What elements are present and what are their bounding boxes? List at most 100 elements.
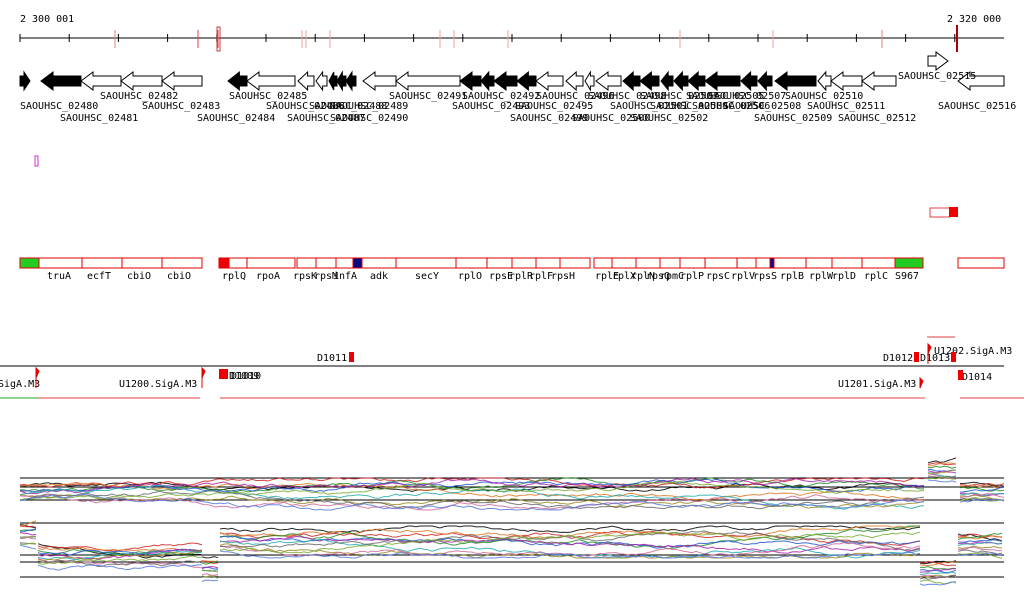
left-arrow-icon[interactable] — [565, 70, 584, 92]
terminator-label[interactable]: D1010 — [231, 371, 261, 382]
left-arrow-icon[interactable] — [297, 70, 315, 92]
terminator-label[interactable]: D1011 — [317, 353, 347, 364]
left-arrow-icon[interactable] — [584, 70, 595, 92]
left-arrow-icon[interactable] — [493, 71, 518, 91]
gene-label[interactable]: SAOUHSC_02511 — [807, 101, 885, 112]
operon-segment[interactable] — [455, 257, 488, 269]
operon-label[interactable]: infA — [333, 271, 357, 282]
operon-segment[interactable] — [769, 257, 775, 269]
operon-segment[interactable] — [335, 257, 354, 269]
promoter-label[interactable]: SigA.M3 — [0, 379, 40, 390]
left-arrow-icon[interactable] — [704, 71, 741, 91]
operon-segment[interactable] — [161, 257, 203, 269]
left-arrow-icon[interactable] — [480, 70, 495, 92]
operon-label[interactable]: rpoA — [256, 271, 280, 282]
operon-segment[interactable] — [894, 257, 924, 269]
left-arrow-icon[interactable] — [246, 71, 296, 91]
gene-label[interactable]: SAOUHSC_02508 — [723, 101, 801, 112]
operon-label[interactable]: rplF — [529, 271, 553, 282]
operon-label[interactable]: rplC — [864, 271, 888, 282]
gene-label[interactable]: SAOUHSC_02490 — [330, 113, 408, 124]
left-arrow-icon[interactable] — [673, 70, 689, 92]
left-arrow-icon[interactable] — [328, 71, 338, 91]
operon-segment[interactable] — [659, 257, 681, 269]
operon-segment[interactable] — [486, 257, 513, 269]
red-flag-icon[interactable] — [919, 376, 924, 389]
left-arrow-icon[interactable] — [757, 70, 773, 92]
red-square-icon[interactable] — [349, 352, 354, 362]
left-arrow-icon[interactable] — [120, 71, 163, 91]
left-arrow-icon[interactable] — [639, 70, 660, 92]
operon-segment[interactable] — [559, 257, 591, 269]
operon-segment[interactable] — [511, 257, 537, 269]
operon-segment[interactable] — [704, 257, 738, 269]
left-arrow-icon[interactable] — [660, 70, 674, 92]
operon-label[interactable]: adk — [370, 271, 388, 282]
operon-label[interactable]: rplP — [680, 271, 704, 282]
operon-segment[interactable] — [957, 257, 1005, 269]
operon-label[interactable]: rplW — [809, 271, 834, 282]
operon-label[interactable]: truA — [47, 271, 71, 282]
red-square-icon[interactable] — [219, 369, 228, 379]
left-arrow-icon[interactable] — [516, 70, 537, 92]
operon-label[interactable]: S967 — [895, 271, 919, 282]
operon-label[interactable]: rpsC — [706, 271, 730, 282]
operon-segment[interactable] — [736, 257, 757, 269]
operon-label[interactable]: rplV — [731, 271, 755, 282]
operon-label[interactable]: cbiO — [127, 271, 151, 282]
operon-segment[interactable] — [635, 257, 661, 269]
operon-segment[interactable] — [755, 257, 771, 269]
left-arrow-icon[interactable] — [817, 70, 832, 92]
operon-segment[interactable] — [861, 257, 896, 269]
operon-segment[interactable] — [246, 257, 296, 269]
left-arrow-icon[interactable] — [80, 71, 122, 91]
gene-label[interactable]: SAOUHSC_02516 — [938, 101, 1016, 112]
gene-label[interactable]: SAOUHSC_02512 — [838, 113, 916, 124]
operon-segment[interactable] — [81, 257, 123, 269]
operon-segment[interactable] — [38, 257, 83, 269]
operon-segment[interactable] — [611, 257, 637, 269]
operon-label[interactable]: rplO — [458, 271, 482, 282]
gene-label[interactable]: SAOUHSC_02483 — [142, 101, 220, 112]
red-flag-icon[interactable] — [201, 366, 206, 388]
gene-label[interactable]: SAOUHSC_02489 — [330, 101, 408, 112]
operon-segment[interactable] — [593, 257, 613, 269]
operon-segment[interactable] — [805, 257, 833, 269]
operon-label[interactable]: cbiO — [167, 271, 191, 282]
promoter-label[interactable]: U1200.SigA.M3 — [119, 379, 197, 390]
left-arrow-icon[interactable] — [535, 71, 564, 91]
operon-segment[interactable] — [19, 257, 40, 269]
left-arrow-icon[interactable] — [161, 71, 203, 91]
red-square-icon[interactable] — [914, 352, 919, 362]
right-arrow-icon[interactable] — [19, 70, 31, 92]
operon-segment[interactable] — [679, 257, 706, 269]
left-arrow-icon[interactable] — [687, 70, 706, 92]
operon-segment[interactable] — [296, 257, 317, 269]
left-arrow-icon[interactable] — [622, 70, 641, 92]
operon-segment[interactable] — [395, 257, 457, 269]
operon-segment[interactable] — [352, 257, 363, 269]
terminator-label[interactable]: D1013 — [920, 353, 950, 364]
left-arrow-icon[interactable] — [40, 71, 82, 91]
operon-label[interactable]: rplD — [832, 271, 856, 282]
left-arrow-icon[interactable] — [315, 70, 328, 92]
operon-label[interactable]: ecfT — [87, 271, 111, 282]
operon-segment[interactable] — [361, 257, 397, 269]
terminator-label[interactable]: D1014 — [962, 372, 992, 383]
left-arrow-icon[interactable] — [830, 71, 863, 91]
gene-label[interactable]: SAOUHSC_02515 — [898, 71, 976, 82]
gene-label[interactable]: SAOUHSC_02509 — [754, 113, 832, 124]
right-arrow-icon[interactable] — [927, 51, 949, 71]
operon-label[interactable]: secY — [415, 271, 439, 282]
operon-label[interactable]: rplQ — [222, 271, 246, 282]
left-arrow-icon[interactable] — [740, 70, 758, 92]
operon-label[interactable]: rpsH — [551, 271, 575, 282]
left-arrow-icon[interactable] — [459, 71, 482, 91]
left-arrow-icon[interactable] — [395, 71, 461, 91]
operon-label[interactable]: rplB — [780, 271, 804, 282]
terminator-label[interactable]: D1012 — [883, 353, 913, 364]
operon-segment[interactable] — [228, 257, 248, 269]
left-arrow-icon[interactable] — [345, 70, 357, 92]
operon-label[interactable]: rpsS — [753, 271, 777, 282]
left-arrow-icon[interactable] — [336, 70, 347, 92]
